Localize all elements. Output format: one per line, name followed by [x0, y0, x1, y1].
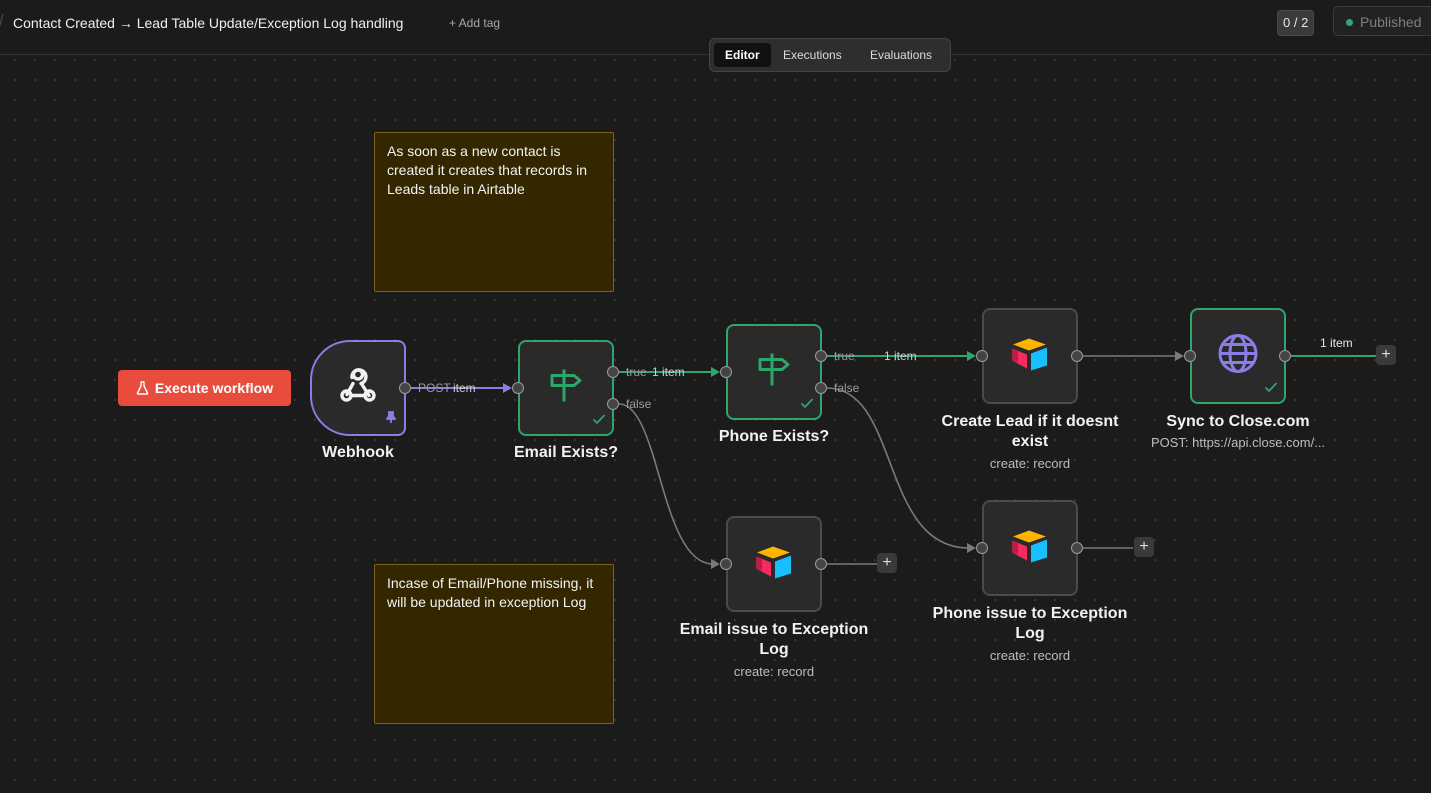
edge-label-sync-items: 1 item [1320, 336, 1353, 350]
edge-label-phone-true-items: 1 item [884, 349, 917, 363]
edge-label-webhook-items: item [453, 381, 476, 395]
signpost-icon [754, 350, 794, 395]
email-exists-input-handle[interactable] [512, 382, 524, 394]
phone-issue-input-handle[interactable] [976, 542, 988, 554]
email-exists-false-handle[interactable] [607, 398, 619, 410]
execute-workflow-label: Execute workflow [154, 380, 274, 396]
node-sync-close[interactable] [1190, 308, 1286, 404]
edge-arrow-email-true [711, 367, 720, 377]
sticky-note-leads[interactable]: As soon as a new contact is created it c… [374, 132, 614, 292]
email-issue-input-handle[interactable] [720, 558, 732, 570]
add-node-button-phone-issue[interactable]: + [1134, 537, 1154, 557]
signpost-icon [546, 366, 586, 411]
edge-label-email-false: false [626, 397, 652, 411]
phone-issue-label: Phone issue to Exception Log [932, 605, 1128, 642]
edge-arrow-lead-sync [1175, 351, 1184, 361]
edge-label-email-true-items: 1 item [652, 365, 685, 379]
node-create-lead[interactable] [982, 308, 1078, 404]
edge-arrow-webhook [503, 383, 512, 393]
email-issue-output-handle[interactable] [815, 558, 827, 570]
airtable-icon [1009, 336, 1051, 377]
email-issue-label: Email issue to Exception Log [679, 621, 869, 658]
edge-arrow-phone-false [967, 543, 976, 553]
sync-close-subtitle: POST: https://api.close.com/... [1150, 435, 1326, 450]
globe-icon [1216, 332, 1260, 381]
webhook-icon [336, 364, 380, 413]
success-check-icon [1264, 380, 1278, 398]
sync-close-input-handle[interactable] [1184, 350, 1196, 362]
pin-icon [385, 411, 397, 429]
add-node-button-email-issue[interactable]: + [877, 553, 897, 573]
sync-close-output-handle[interactable] [1279, 350, 1291, 362]
airtable-icon [753, 544, 795, 585]
sync-close-label: Sync to Close.com [1166, 413, 1310, 430]
edge-label-email-true: true [626, 365, 647, 379]
phone-exists-input-handle[interactable] [720, 366, 732, 378]
edge-label-webhook-output: POST [418, 381, 451, 395]
phone-issue-output-handle[interactable] [1071, 542, 1083, 554]
email-exists-true-handle[interactable] [607, 366, 619, 378]
edge-label-phone-true: true [834, 349, 855, 363]
create-lead-subtitle: create: record [989, 456, 1071, 471]
success-check-icon [592, 412, 606, 430]
node-phone-issue[interactable] [982, 500, 1078, 596]
add-node-button-sync[interactable]: + [1376, 345, 1396, 365]
phone-exists-false-handle[interactable] [815, 382, 827, 394]
create-lead-label: Create Lead if it doesnt exist [941, 413, 1119, 450]
edge-email-false[interactable] [618, 403, 714, 565]
node-email-issue[interactable] [726, 516, 822, 612]
create-lead-input-handle[interactable] [976, 350, 988, 362]
webhook-label: Webhook [322, 444, 394, 461]
create-lead-output-handle[interactable] [1071, 350, 1083, 362]
email-issue-subtitle: create: record [733, 664, 815, 679]
node-phone-exists[interactable] [726, 324, 822, 420]
edge-arrow-phone-true [967, 351, 976, 361]
edge-arrow-email-false [711, 559, 720, 569]
edge-label-phone-false: false [834, 381, 860, 395]
airtable-icon [1009, 528, 1051, 569]
node-email-exists[interactable] [518, 340, 614, 436]
execute-workflow-button[interactable]: Execute workflow [118, 370, 291, 406]
node-webhook[interactable] [310, 340, 406, 436]
webhook-output-handle[interactable] [399, 382, 411, 394]
sticky-note-exceptions[interactable]: Incase of Email/Phone missing, it will b… [374, 564, 614, 724]
phone-issue-subtitle: create: record [989, 648, 1071, 663]
flask-icon [136, 372, 149, 408]
email-exists-label: Email Exists? [513, 444, 619, 461]
success-check-icon [800, 396, 814, 414]
phone-exists-true-handle[interactable] [815, 350, 827, 362]
phone-exists-label: Phone Exists? [718, 428, 830, 445]
